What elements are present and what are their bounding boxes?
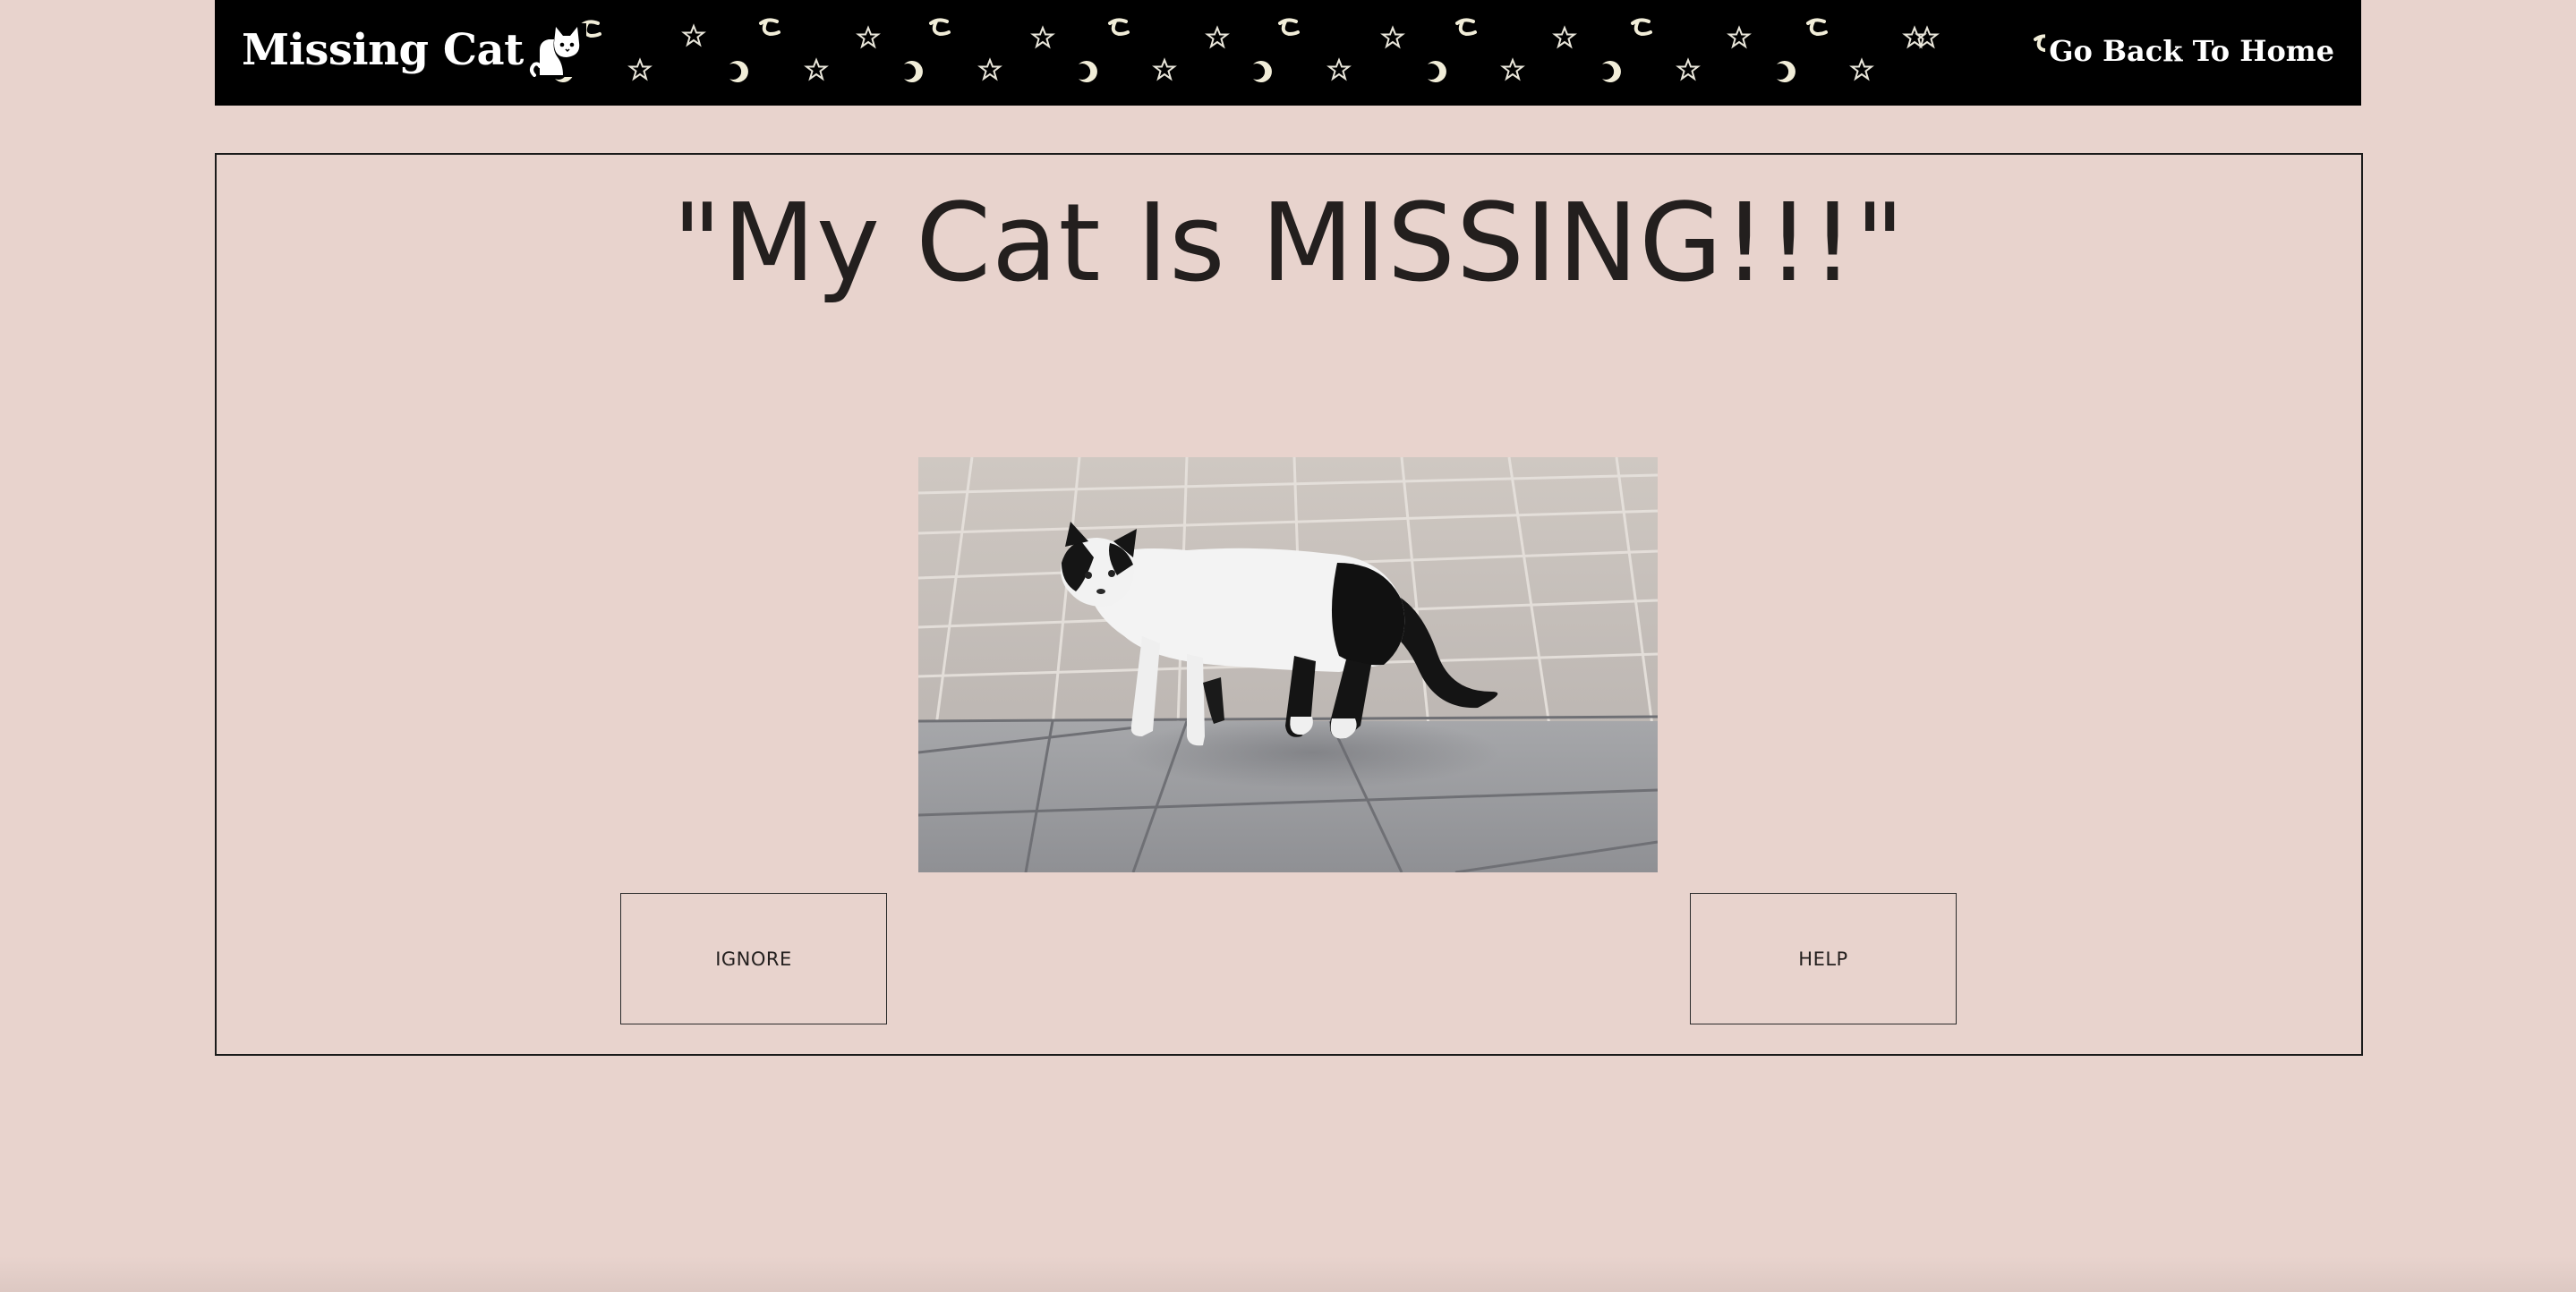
brand-name: Missing Cat (242, 25, 524, 75)
bottom-shade (0, 1256, 2576, 1292)
ignore-button[interactable]: IGNORE (620, 893, 887, 1024)
cat-photo (918, 457, 1658, 872)
missing-cat-card: "My Cat Is MISSING!!!" IGNORE HELP (215, 153, 2363, 1056)
site-header: Missing Cat Go Back To Home (215, 0, 2361, 106)
pattern-row-top (580, 18, 2229, 62)
page-title: "My Cat Is MISSING!!!" (672, 182, 1906, 306)
go-back-home-link[interactable]: Go Back To Home (2045, 34, 2334, 68)
brand-logo-link[interactable]: Missing Cat (242, 23, 586, 77)
pattern-row-bottom (555, 59, 1872, 82)
help-button[interactable]: HELP (1690, 893, 1957, 1024)
cat-icon (529, 27, 580, 77)
